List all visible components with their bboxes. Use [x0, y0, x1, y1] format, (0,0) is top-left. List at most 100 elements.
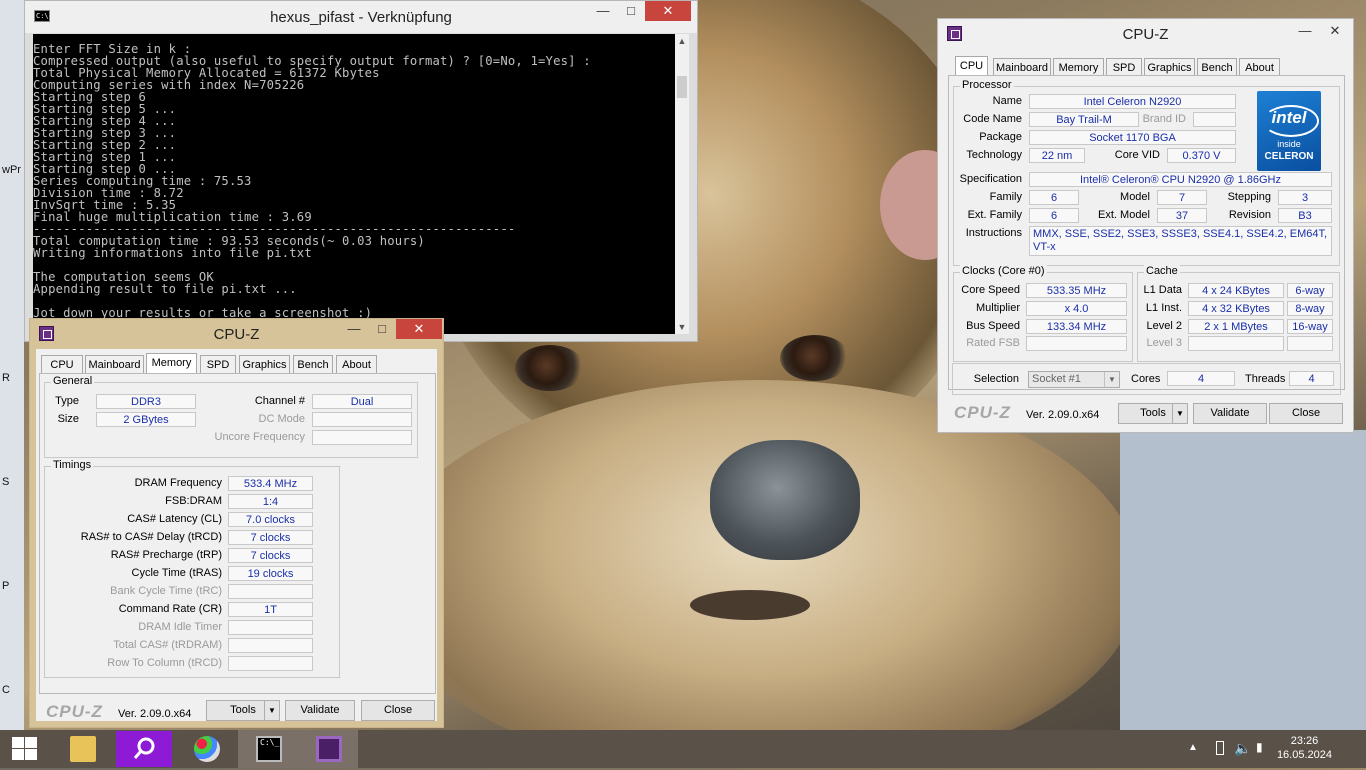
- taskbar-file-explorer[interactable]: [52, 730, 112, 768]
- console-text: Enter FFT Size in k : Compressed output …: [33, 42, 591, 320]
- instructions-label: Instructions: [965, 227, 1022, 239]
- threads-value: 4: [1289, 371, 1334, 386]
- name-label: Name: [992, 95, 1022, 107]
- start-button[interactable]: [12, 737, 38, 761]
- scroll-up-icon[interactable]: ▲: [675, 36, 689, 46]
- tab-mainboard[interactable]: Mainboard: [85, 355, 144, 373]
- desktop-icon-label[interactable]: R: [2, 372, 10, 384]
- validate-button[interactable]: Validate: [1193, 403, 1267, 424]
- taskbar-paint[interactable]: [176, 730, 236, 768]
- technology-value: 22 nm: [1029, 148, 1085, 163]
- tab-mainboard[interactable]: Mainboard: [993, 58, 1051, 76]
- cache-group-label: Cache: [1144, 265, 1180, 277]
- tab-cpu[interactable]: CPU: [955, 56, 988, 77]
- console-scrollbar[interactable]: ▲ ▼: [675, 34, 689, 334]
- cpuz-titlebar[interactable]: CPU-Z — ✕: [938, 19, 1353, 49]
- channel-value: Dual: [312, 394, 412, 409]
- brandid-value: [1193, 112, 1236, 127]
- battery-icon[interactable]: [1216, 741, 1224, 755]
- minimize-button[interactable]: —: [340, 319, 368, 339]
- timing-label: Bank Cycle Time (tRC): [110, 585, 222, 597]
- desktop-icon-label[interactable]: P: [2, 580, 9, 592]
- wallpaper-mouth: [690, 590, 810, 620]
- dcmode-label: DC Mode: [258, 413, 305, 425]
- tab-bench[interactable]: Bench: [1197, 58, 1237, 76]
- console-titlebar[interactable]: C:\ hexus_pifast - Verknüpfung — □ ✕: [25, 1, 697, 33]
- close-button[interactable]: Close: [361, 700, 435, 721]
- cpuz-cpu-window[interactable]: CPU-Z — ✕ CPU Mainboard Memory SPD Graph…: [937, 18, 1354, 433]
- close-button[interactable]: ✕: [396, 319, 442, 339]
- maximize-button[interactable]: □: [617, 1, 645, 21]
- wallpaper-eye: [515, 345, 585, 391]
- chevron-down-icon[interactable]: ▼: [1104, 372, 1119, 387]
- codename-value: Bay Trail-M: [1029, 112, 1139, 127]
- tab-spd[interactable]: SPD: [200, 355, 236, 373]
- cores-value: 4: [1167, 371, 1235, 386]
- tools-button[interactable]: Tools ▼: [1118, 403, 1188, 424]
- tab-memory[interactable]: Memory: [146, 353, 197, 374]
- console-output[interactable]: Enter FFT Size in k : Compressed output …: [33, 34, 677, 334]
- cpu-chip-icon: [316, 736, 342, 762]
- chevron-down-icon[interactable]: ▼: [1172, 404, 1187, 423]
- desktop-icon-label[interactable]: wPr: [2, 164, 21, 176]
- desktop-left-strip: [0, 0, 24, 730]
- taskbar-clock[interactable]: 23:26 16.05.2024: [1277, 734, 1332, 762]
- close-button[interactable]: Close: [1269, 403, 1343, 424]
- minimize-button[interactable]: —: [589, 1, 617, 21]
- timing-value: 1T: [228, 602, 313, 617]
- validate-button[interactable]: Validate: [285, 700, 355, 721]
- package-label: Package: [979, 131, 1022, 143]
- windows-logo-icon: [25, 749, 37, 760]
- cpuz-memory-window[interactable]: CPU-Z — □ ✕ CPU Mainboard Memory SPD Gra…: [29, 318, 444, 728]
- close-button[interactable]: ✕: [645, 1, 691, 21]
- tab-memory[interactable]: Memory: [1053, 58, 1104, 76]
- tab-cpu[interactable]: CPU: [41, 355, 83, 373]
- cpu-tab-panel: Processor Name Intel Celeron N2920 Code …: [948, 75, 1345, 390]
- family-value: 6: [1029, 190, 1079, 205]
- timing-value: 7 clocks: [228, 530, 313, 545]
- family-label: Family: [989, 191, 1022, 203]
- level2-value: 2 x 1 MBytes: [1188, 319, 1284, 334]
- desktop-icon-label[interactable]: S: [2, 476, 9, 488]
- processor-group: Processor Name Intel Celeron N2920 Code …: [953, 79, 1340, 266]
- socket-select[interactable]: Socket #1 ▼: [1028, 371, 1120, 388]
- tab-graphics[interactable]: Graphics: [1144, 58, 1195, 76]
- scroll-thumb[interactable]: [677, 76, 687, 98]
- maximize-button[interactable]: □: [368, 319, 396, 339]
- general-group: General Type DDR3 Size 2 GBytes Channel …: [44, 375, 418, 458]
- multiplier-label: Multiplier: [975, 302, 1020, 314]
- selection-label: Selection: [973, 373, 1019, 385]
- taskbar-command-prompt[interactable]: C:\_: [238, 730, 298, 768]
- cpuz-titlebar[interactable]: CPU-Z — □ ✕: [30, 319, 443, 349]
- tray-expand-icon[interactable]: ▲: [1188, 742, 1198, 753]
- chevron-down-icon[interactable]: ▼: [264, 701, 279, 720]
- tab-spd[interactable]: SPD: [1106, 58, 1142, 76]
- size-value: 2 GBytes: [96, 412, 196, 427]
- timing-value: 7.0 clocks: [228, 512, 313, 527]
- socket-select-value: Socket #1: [1032, 373, 1081, 385]
- tab-about[interactable]: About: [336, 355, 377, 373]
- uncore-label: Uncore Frequency: [214, 431, 306, 443]
- tab-about[interactable]: About: [1239, 58, 1280, 76]
- scroll-down-icon[interactable]: ▼: [675, 322, 689, 332]
- timing-label: Row To Column (tRCD): [107, 657, 222, 669]
- windows-logo-icon: [12, 749, 24, 760]
- tab-bench[interactable]: Bench: [293, 355, 333, 373]
- close-button[interactable]: ✕: [1321, 21, 1349, 41]
- taskbar-cpu-z[interactable]: [298, 730, 358, 768]
- system-tray: ▲ 🔈 ▮: [1188, 730, 1278, 768]
- desktop-icon-label[interactable]: C: [2, 684, 10, 696]
- l1inst-way-value: 8-way: [1287, 301, 1333, 316]
- network-icon[interactable]: ▮: [1256, 740, 1263, 754]
- timing-label: DRAM Idle Timer: [138, 621, 222, 633]
- l1data-way-value: 6-way: [1287, 283, 1333, 298]
- tab-graphics[interactable]: Graphics: [239, 355, 290, 373]
- level3-value: [1188, 336, 1284, 351]
- timing-label: DRAM Frequency: [134, 477, 222, 489]
- console-window[interactable]: C:\ hexus_pifast - Verknüpfung — □ ✕ Ent…: [24, 0, 698, 342]
- volume-icon[interactable]: 🔈: [1234, 740, 1251, 757]
- tools-button[interactable]: Tools ▼: [206, 700, 280, 721]
- minimize-button[interactable]: —: [1291, 21, 1319, 41]
- timing-label: CAS# Latency (CL): [127, 513, 222, 525]
- taskbar-search-app[interactable]: [114, 730, 174, 768]
